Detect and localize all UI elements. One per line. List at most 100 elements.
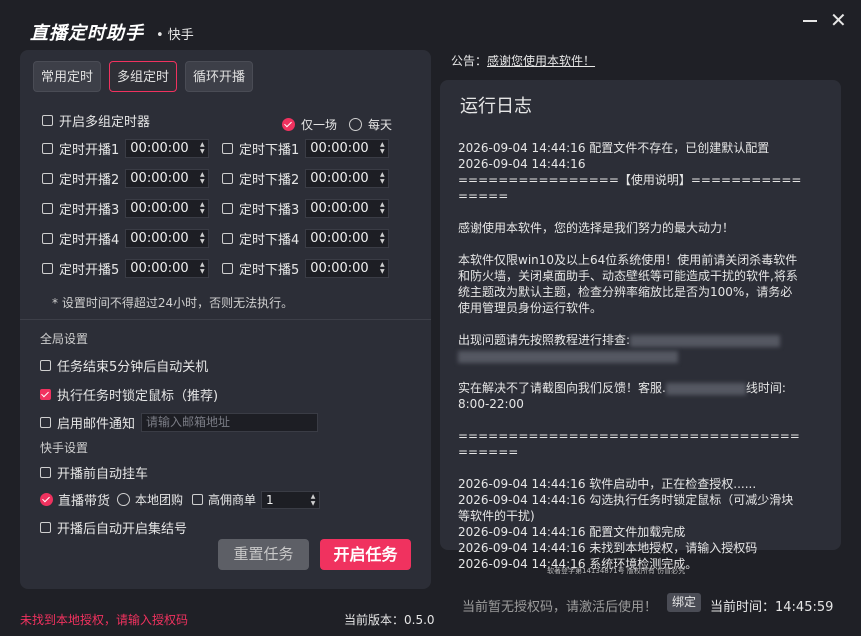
tab-multi-timer[interactable]: 多组定时 (109, 61, 178, 92)
redacted-text (630, 334, 781, 347)
bind-button[interactable]: 绑定 (667, 593, 701, 612)
spinner-icon[interactable]: ▲ ▼ (198, 231, 206, 245)
spinner-icon[interactable]: ▲ ▼ (198, 261, 206, 275)
stop-timer-row-3: 定时下播3 00:00:00 ▲ ▼ (222, 199, 390, 218)
kuaishou-settings-label: 快手设置 (40, 441, 89, 455)
log-line: ================【使用说明】================ (458, 173, 802, 203)
live-mode-row: 直播带货 本地团购 高佣商单 1 ▲ ▼ (40, 490, 321, 509)
lock-mouse-checkbox[interactable] (40, 389, 51, 400)
version-label: 当前版本：0.5.0 (344, 613, 435, 627)
spinner-icon[interactable]: ▲ ▼ (198, 171, 206, 185)
start-timer-4-label: 定时开播4 (59, 233, 120, 248)
start-timer-2-input[interactable]: 00:00:00 ▲ ▼ (125, 169, 210, 188)
minimize-icon[interactable] (803, 20, 817, 22)
start-timer-1-input[interactable]: 00:00:00 ▲ ▼ (125, 139, 210, 158)
log-line: 2026-09-04 14:44:16 (458, 157, 586, 171)
start-timer-2-checkbox[interactable] (42, 173, 53, 184)
once-radio[interactable] (282, 118, 295, 131)
stop-timer-row-4: 定时下播4 00:00:00 ▲ ▼ (222, 229, 390, 248)
log-line: 2026-09-04 14:44:16 配置文件加载完成 (458, 525, 686, 539)
spinner-icon[interactable]: ▲ ▼ (309, 493, 317, 507)
start-timer-5-input[interactable]: 00:00:00 ▲ ▼ (125, 259, 210, 278)
app-platform-label: • 快手 (156, 28, 194, 43)
redacted-text (458, 350, 678, 363)
spinner-icon[interactable]: ▲ ▼ (198, 201, 206, 215)
start-timer-3-input[interactable]: 00:00:00 ▲ ▼ (125, 199, 210, 218)
notice-link[interactable]: 感谢您使用本软件！ (487, 54, 595, 68)
tab-loop-live[interactable]: 循环开播 (185, 61, 254, 92)
local-group-radio[interactable] (117, 493, 131, 506)
log-title: 运行日志 (460, 96, 532, 117)
email-notify-checkbox[interactable] (40, 417, 51, 428)
enable-multi-timer-label: 开启多组定时器 (59, 115, 151, 130)
stop-timer-5-input[interactable]: 00:00:00 ▲ ▼ (305, 259, 390, 278)
daily-label: 每天 (368, 118, 393, 132)
close-icon[interactable]: ✕ (830, 10, 847, 30)
start-timer-row-5: 定时开播5 00:00:00 ▲ ▼ (42, 259, 210, 278)
log-line: ======================================== (458, 429, 800, 459)
stop-timer-1-checkbox[interactable] (222, 143, 233, 154)
start-timer-1-checkbox[interactable] (42, 143, 53, 154)
stop-timer-1-label: 定时下播1 (239, 143, 300, 158)
start-timer-5-checkbox[interactable] (42, 263, 53, 274)
auto-car-row: 开播前自动挂车 (40, 463, 148, 482)
email-notify-label: 启用邮件通知 (57, 417, 136, 432)
log-line: 本软件仅限win10及以上64位系统使用！使用前请关闭杀毒软件和防火墙，关闭桌面… (458, 253, 798, 315)
log-line: 出现问题请先按照教程进行排查: (458, 333, 631, 347)
email-notify-row: 启用邮件通知 请输入邮箱地址 (40, 413, 319, 432)
enable-multi-timer-checkbox[interactable] (42, 115, 53, 126)
stop-timer-3-input[interactable]: 00:00:00 ▲ ▼ (305, 199, 390, 218)
current-time: 当前时间：14:45:59 (710, 600, 834, 615)
auto-collect-row: 开播后自动开启集结号 (40, 518, 187, 537)
auto-shutdown-checkbox[interactable] (40, 360, 51, 371)
enable-multi-timer-row: 开启多组定时器 (42, 111, 150, 130)
notice-prefix: 公告： (451, 54, 488, 68)
spinner-icon[interactable]: ▲ ▼ (378, 231, 386, 245)
email-field[interactable]: 请输入邮箱地址 (141, 413, 319, 432)
reset-task-button[interactable]: 重置任务 (218, 539, 309, 570)
license-warning: 未找到本地授权，请输入授权码 (20, 613, 189, 627)
stop-timer-2-label: 定时下播2 (239, 173, 300, 188)
daily-radio[interactable] (349, 118, 363, 131)
start-timer-4-input[interactable]: 00:00:00 ▲ ▼ (125, 229, 210, 248)
live-goods-radio[interactable] (40, 493, 53, 506)
start-task-button[interactable]: 开启任务 (320, 539, 411, 570)
divider (20, 319, 431, 320)
stop-timer-row-1: 定时下播1 00:00:00 ▲ ▼ (222, 139, 390, 158)
stop-timer-2-checkbox[interactable] (222, 173, 233, 184)
stop-timer-1-input[interactable]: 00:00:00 ▲ ▼ (305, 139, 390, 158)
high-comm-stepper[interactable]: 1 ▲ ▼ (261, 490, 321, 509)
log-panel: 运行日志 2026-09-04 14:44:16 配置文件不存在，已创建默认配置… (440, 80, 841, 571)
auto-collect-checkbox[interactable] (40, 522, 51, 533)
settings-panel: 常用定时 多组定时 循环开播 开启多组定时器 仅一场 每天 定时开播1 00:0… (20, 50, 431, 589)
stop-timer-4-input[interactable]: 00:00:00 ▲ ▼ (305, 229, 390, 248)
stop-timer-5-checkbox[interactable] (222, 263, 233, 274)
license-status: 当前暂无授权码，请激活后使用！ (462, 600, 658, 615)
redacted-text (665, 382, 746, 395)
stop-timer-4-checkbox[interactable] (222, 233, 233, 244)
once-label: 仅一场 (301, 118, 338, 132)
stop-timer-3-checkbox[interactable] (222, 203, 233, 214)
spinner-icon[interactable]: ▲ ▼ (378, 201, 386, 215)
spinner-icon[interactable]: ▲ ▼ (378, 171, 386, 185)
high-comm-checkbox[interactable] (192, 494, 204, 505)
log-line: 2026-09-04 14:44:16 未找到本地授权，请输入授权码 (458, 541, 758, 555)
log-line: 实在解决不了请截图向我们反馈！客服. (458, 381, 666, 395)
notice-bar: 公告：感谢您使用本软件！ (451, 52, 595, 69)
start-timer-4-checkbox[interactable] (42, 233, 53, 244)
spinner-icon[interactable]: ▲ ▼ (198, 141, 206, 155)
tab-common-timer[interactable]: 常用定时 (33, 61, 102, 92)
stop-timer-2-input[interactable]: 00:00:00 ▲ ▼ (305, 169, 390, 188)
auto-car-checkbox[interactable] (40, 467, 51, 478)
log-line: 感谢使用本软件，您的选择是我们努力的最大动力！ (458, 221, 735, 235)
start-timer-3-checkbox[interactable] (42, 203, 53, 214)
spinner-icon[interactable]: ▲ ▼ (378, 261, 386, 275)
live-goods-label: 直播带货 (58, 494, 111, 509)
auto-shutdown-row: 任务结束5分钟后自动关机 (40, 356, 208, 375)
auto-collect-label: 开播后自动开启集结号 (57, 522, 188, 537)
start-timer-row-1: 定时开播1 00:00:00 ▲ ▼ (42, 139, 210, 158)
copyright-text: 软著登字第14134871号 版权所有 仿冒必究 (547, 567, 686, 575)
spinner-icon[interactable]: ▲ ▼ (378, 141, 386, 155)
auto-car-label: 开播前自动挂车 (57, 467, 149, 482)
auto-shutdown-label: 任务结束5分钟后自动关机 (57, 360, 209, 375)
